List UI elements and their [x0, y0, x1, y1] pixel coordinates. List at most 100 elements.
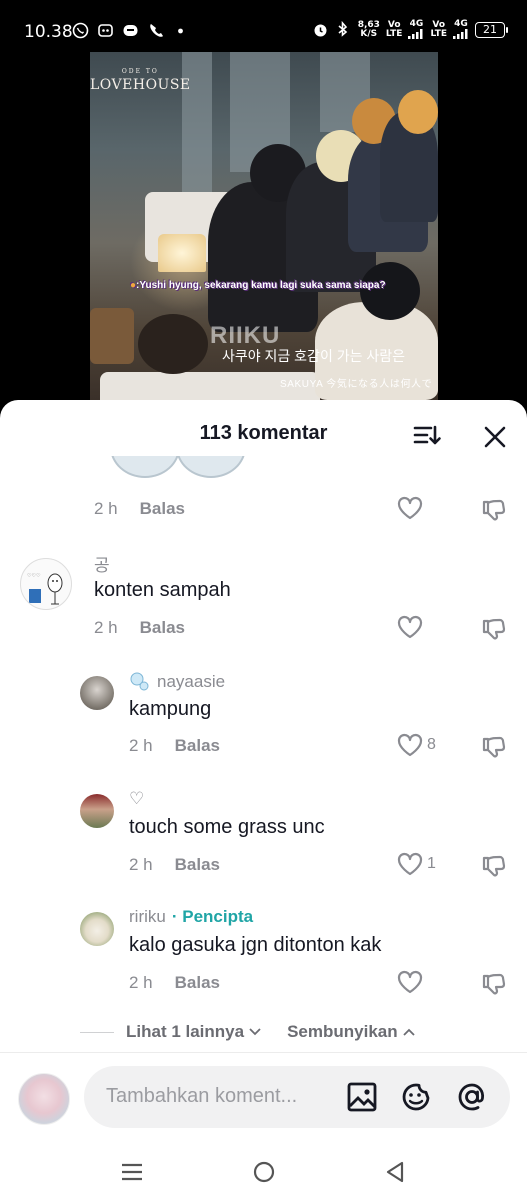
- thread-line: [80, 1031, 114, 1033]
- view-more-replies[interactable]: Lihat 1 lainnya: [126, 1022, 261, 1042]
- comment-meta: 2 h Balas: [129, 736, 220, 756]
- comment-username[interactable]: 공: [94, 551, 110, 576]
- hide-replies[interactable]: Sembunyikan: [287, 1022, 415, 1042]
- heart-icon: [397, 970, 423, 994]
- comment-time: 2 h: [94, 499, 118, 518]
- svg-text:♡♡♡: ♡♡♡: [27, 573, 40, 579]
- sticker-blob: [110, 456, 180, 478]
- signal-1-gen: 4G: [409, 19, 424, 29]
- menu-lines-icon: [122, 1163, 142, 1181]
- sort-icon: [413, 425, 441, 445]
- heart-icon: [397, 733, 423, 757]
- close-icon: [484, 426, 506, 448]
- dislike-button[interactable]: [481, 497, 507, 523]
- person-head: [360, 262, 420, 320]
- reply-button[interactable]: Balas: [175, 855, 220, 874]
- comment-input[interactable]: Tambahkan koment...: [84, 1066, 510, 1128]
- signal-2: 4G: [453, 20, 469, 39]
- commenter-avatar[interactable]: [80, 794, 114, 828]
- like-button[interactable]: 1: [397, 852, 436, 876]
- like-button[interactable]: 8: [397, 733, 436, 757]
- subtitle-korean: 사쿠야 지금 호감이 가는 사람은: [222, 348, 405, 364]
- view-more-label: Lihat 1 lainnya: [126, 1022, 245, 1041]
- reply-button[interactable]: Balas: [140, 499, 185, 518]
- close-button[interactable]: [482, 424, 508, 450]
- subtitle-indonesian-text: :Yushi hyung, sekarang kamu lagi suka sa…: [136, 280, 386, 291]
- battery-level: 21: [483, 23, 497, 36]
- comment-input-placeholder: Tambahkan koment...: [106, 1085, 298, 1107]
- notification-icons: [72, 22, 189, 39]
- volte-2: Vo LTE: [430, 20, 447, 39]
- thumbs-down-icon: [482, 618, 506, 640]
- bluetooth-icon: [335, 21, 352, 38]
- like-button[interactable]: [397, 496, 423, 520]
- username-text: ririku: [129, 907, 166, 926]
- like-count: 8: [427, 736, 436, 753]
- thread-controls: Lihat 1 lainnya Sembunyikan: [80, 1020, 480, 1044]
- dislike-button[interactable]: [481, 971, 507, 997]
- comments-sheet: 113 komentar 2 h Balas ♡♡♡ 공 konten sampa…: [0, 400, 527, 1200]
- bubbles-emoji-icon: [130, 672, 149, 691]
- show-logo-small: ODE TO: [121, 68, 159, 75]
- comment-meta: 2 h Balas: [94, 499, 185, 519]
- recents-button[interactable]: [118, 1158, 146, 1186]
- signal-1-icon: [408, 29, 423, 39]
- thumbs-down-icon: [482, 736, 506, 758]
- person-head: [398, 90, 438, 134]
- sticker-button[interactable]: [400, 1081, 432, 1113]
- heart-icon: [397, 615, 423, 639]
- commenter-avatar[interactable]: [80, 676, 114, 710]
- comment-username[interactable]: ♡: [129, 789, 144, 809]
- back-button[interactable]: [382, 1158, 410, 1186]
- signal-1: 4G: [408, 20, 424, 39]
- comment-username[interactable]: nayaasie: [129, 671, 225, 693]
- whatsapp-icon: [72, 22, 89, 39]
- dislike-button[interactable]: [481, 734, 507, 760]
- status-time: 10.38: [24, 22, 73, 42]
- home-button[interactable]: [250, 1158, 278, 1186]
- subtitle-japanese: SAKUYA 今気になる人は何人で: [280, 379, 433, 390]
- commenter-avatar[interactable]: ♡♡♡: [20, 558, 72, 610]
- subtitle-indonesian: ●:Yushi hyung, sekarang kamu lagi suka s…: [130, 280, 386, 291]
- lamp: [158, 234, 206, 272]
- comment-username[interactable]: ririku · Pencipta: [129, 907, 253, 927]
- at-icon: [458, 1083, 485, 1111]
- username-text: 공: [94, 556, 110, 575]
- my-avatar[interactable]: [18, 1073, 70, 1125]
- creator-avatar[interactable]: [80, 912, 114, 946]
- bag: [90, 308, 134, 364]
- image-button[interactable]: [346, 1081, 378, 1113]
- home-circle-icon: [253, 1161, 275, 1183]
- reply-button[interactable]: Balas: [140, 618, 185, 637]
- signal-2-gen: 4G: [454, 19, 468, 29]
- dislike-button[interactable]: [481, 616, 507, 642]
- heart-icon: [397, 852, 423, 876]
- mention-button[interactable]: [456, 1081, 488, 1113]
- app-notification-icon: [97, 22, 114, 39]
- hide-label: Sembunyikan: [287, 1022, 398, 1041]
- more-dot-icon: [172, 22, 189, 39]
- comment-text: kalo gasuka jgn ditonton kak: [129, 934, 382, 956]
- reply-button[interactable]: Balas: [175, 736, 220, 755]
- like-button[interactable]: [397, 615, 423, 639]
- username-text: ♡: [129, 789, 145, 808]
- net-speed: 8,63 K/S: [358, 20, 380, 39]
- composer-divider: [0, 1052, 527, 1053]
- video-player[interactable]: ODE TO LOVEHOUSE ●:Yushi hyung, sekarang…: [90, 52, 438, 400]
- volte-1-bottom: LTE: [385, 28, 403, 39]
- like-button[interactable]: [397, 970, 423, 994]
- signal-2-icon: [453, 29, 468, 39]
- comment-time: 2 h: [129, 736, 153, 755]
- system-icons: 8,63 K/S Vo LTE 4G Vo LTE 4G 21: [312, 20, 508, 39]
- system-nav-bar: [0, 1150, 527, 1200]
- dislike-button[interactable]: [481, 853, 507, 879]
- sort-button[interactable]: [412, 422, 442, 450]
- missed-call-icon: [147, 22, 164, 39]
- heart-icon: [397, 496, 423, 520]
- comment-text: konten sampah: [94, 579, 231, 601]
- side-table: [138, 314, 208, 374]
- comment-text: touch some grass unc: [129, 816, 325, 838]
- volte-2-bottom: LTE: [430, 28, 447, 39]
- like-count: 1: [427, 855, 436, 872]
- reply-button[interactable]: Balas: [175, 973, 220, 992]
